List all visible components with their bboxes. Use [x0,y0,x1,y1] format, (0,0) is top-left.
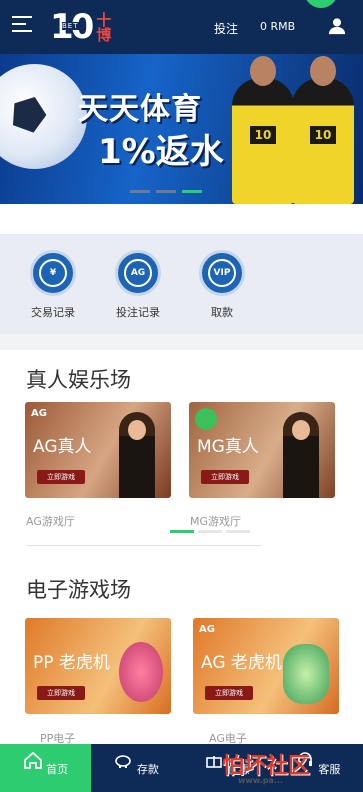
logo-bet: BET [62,22,79,30]
nav-label: 存款 [136,763,159,776]
quick-link-transactions[interactable]: ¥ 交易记录 [13,250,93,320]
ag-logo: AG [31,408,47,419]
section-title: 真人娱乐场 [26,368,131,392]
card-title: PP 老虎机 [33,653,110,673]
user-icon[interactable] [328,17,346,35]
game-card-ag-slots[interactable]: AG AG 老虎机 立即游戏 [193,618,339,714]
card-caption: MG游戏厅 [190,515,242,528]
logo[interactable]: 10 BET 十博 [50,7,113,47]
quick-link-label: 交易记录 [31,306,75,319]
card-title: AG真人 [33,437,92,457]
plus-tab[interactable] [304,0,338,8]
card-title: AG 老虎机 [201,653,282,673]
logo-chinese: 十博 [94,12,113,42]
bet-link[interactable]: 投注 [214,20,238,37]
play-now-button[interactable]: 立即游戏 [37,686,85,700]
nav-label: 首页 [46,763,69,776]
game-card-pp-slots[interactable]: PP 老虎机 立即游戏 [25,618,171,714]
menu-icon[interactable] [12,16,32,32]
dealer-image [283,412,319,498]
quick-link-label: 投注记录 [116,306,160,319]
quick-link-label: 取款 [211,306,233,319]
ag-logo: AG [199,624,215,635]
notice-strip [0,204,363,234]
play-now-button[interactable]: 立即游戏 [205,686,253,700]
nav-home[interactable]: 首页 [0,744,91,792]
panda-image [283,644,329,704]
mg-logo [195,408,217,430]
banner-subheadline: 1%返水 [98,132,224,172]
game-card-mg-live[interactable]: MG真人 立即游戏 [189,402,335,498]
promo-banner[interactable]: 10 10 天天体育 1%返水 [0,54,363,204]
vip-icon: VIP [199,250,245,296]
soccer-ball-icon [0,64,87,169]
dealer-image [119,412,155,498]
quick-links: ¥ 交易记录 AG 投注记录 VIP 取款 [0,234,363,334]
top-bar: 10 BET 十博 投注 0 RMB [0,0,363,54]
card-caption: AG游戏厅 [26,515,75,528]
section-title: 电子游戏场 [26,578,131,602]
character-image [119,642,163,702]
live-casino-section: 真人娱乐场 AG AG真人 立即游戏 MG真人 立即游戏 AG游戏厅 MG游戏厅 [0,350,363,560]
balance-display: 0 RMB [260,20,296,33]
slots-section: 电子游戏场 PP 老虎机 立即游戏 AG AG 老虎机 立即游戏 PP电子 AG… [0,560,363,745]
player-figure: 10 [292,56,354,204]
live-casino-pager [170,530,250,533]
exchange-icon: ¥ [30,250,76,296]
banner-pager [130,190,202,193]
nav-label: 客服 [318,763,341,776]
ag-icon: AG [115,250,161,296]
piggy-bank-icon [115,755,132,768]
divider [26,545,262,546]
quick-link-bets[interactable]: AG 投注记录 [98,250,178,320]
play-now-button[interactable]: 立即游戏 [37,470,85,484]
nav-deposit[interactable]: 存款 [91,744,182,792]
quick-link-withdraw[interactable]: VIP 取款 [182,250,262,320]
game-card-ag-live[interactable]: AG AG真人 立即游戏 [25,402,171,498]
player-figure: 10 [232,56,294,204]
home-icon [23,751,42,769]
card-title: MG真人 [197,437,259,457]
banner-headline: 天天体育 [78,92,202,127]
play-now-button[interactable]: 立即游戏 [201,470,249,484]
watermark: 怕坏社区 www.pa... [222,748,310,785]
